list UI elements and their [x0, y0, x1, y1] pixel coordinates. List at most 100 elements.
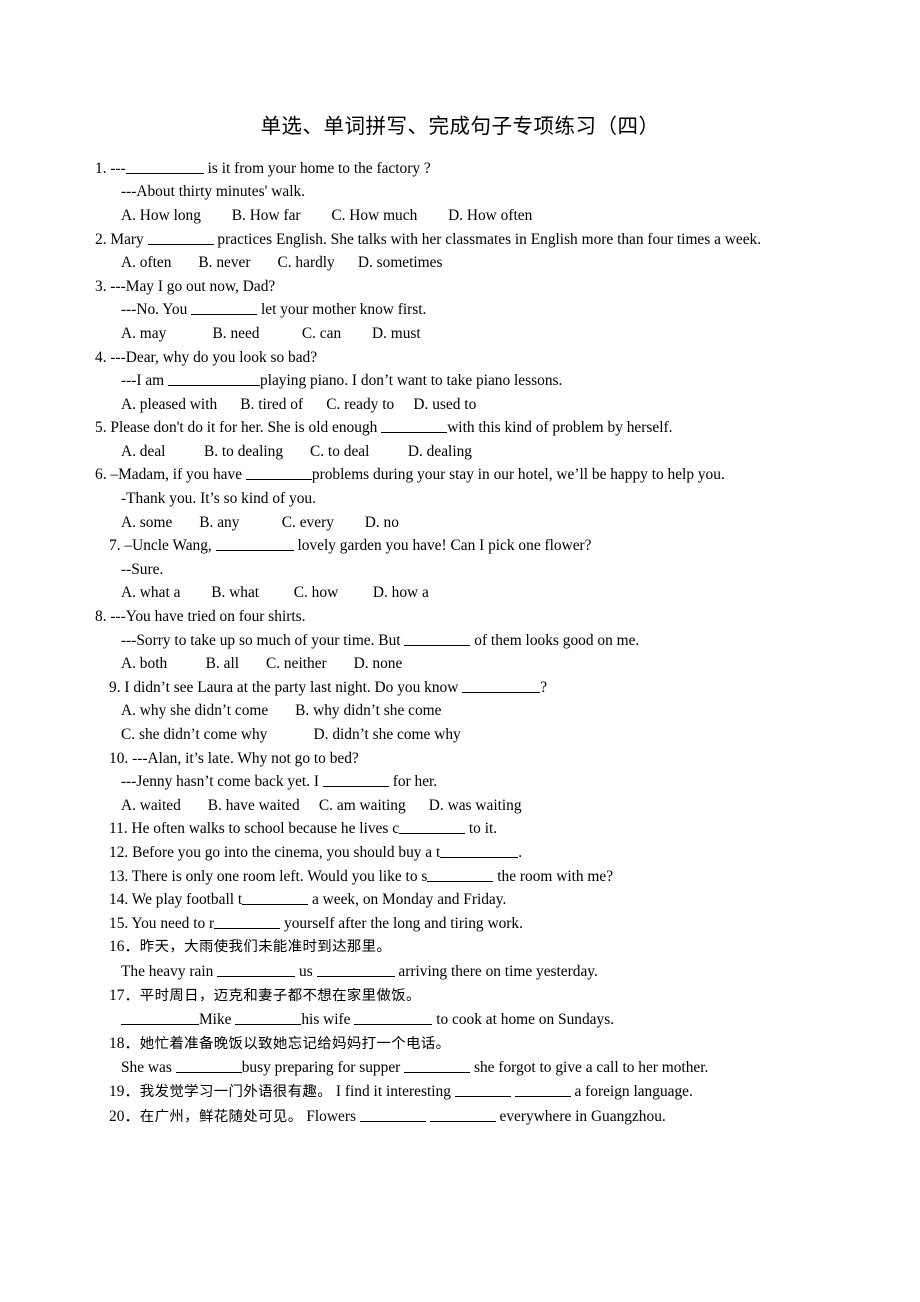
- question-10-reply: ---Jenny hasn’t come back yet. I for her…: [95, 770, 825, 794]
- option-a[interactable]: A. often: [121, 254, 171, 271]
- answer-blank[interactable]: [125, 159, 204, 174]
- option-b[interactable]: B. need: [212, 325, 259, 342]
- answer-blank[interactable]: [191, 300, 258, 316]
- option-c[interactable]: C. hardly: [277, 254, 334, 271]
- answer-blank[interactable]: [440, 843, 519, 858]
- option-d[interactable]: D. none: [354, 655, 403, 672]
- option-a[interactable]: A. why she didn’t come: [121, 702, 268, 719]
- question-19-en-c: a foreign language.: [570, 1082, 693, 1100]
- option-d[interactable]: D. sometimes: [358, 254, 443, 271]
- option-d[interactable]: D. was waiting: [429, 797, 522, 814]
- answer-blank[interactable]: [359, 1106, 426, 1122]
- question-3: 3. ---May I go out now, Dad? ---No. You …: [95, 275, 825, 346]
- option-c[interactable]: C. she didn’t come why: [121, 726, 267, 743]
- option-a[interactable]: A. some: [121, 514, 172, 531]
- option-b[interactable]: B. what: [211, 584, 259, 601]
- option-b[interactable]: B. never: [198, 254, 250, 271]
- option-a[interactable]: A. How long: [121, 207, 201, 224]
- option-d[interactable]: D. used to: [413, 396, 476, 413]
- option-d[interactable]: D. must: [372, 325, 421, 342]
- option-c[interactable]: C. am waiting: [319, 797, 406, 814]
- option-a[interactable]: A. pleased with: [121, 396, 217, 413]
- question-13-stem-a: 13. There is only one room left. Would y…: [109, 867, 428, 885]
- question-19-en-a: I find it interesting: [332, 1082, 455, 1100]
- question-1-options: A. How long B. How far C. How much D. Ho…: [95, 204, 825, 228]
- question-6-reply: -Thank you. It’s so kind of you.: [121, 490, 316, 508]
- option-d[interactable]: D. didn’t she come why: [314, 726, 461, 743]
- question-2-options-row: A. often B. never C. hardly D. sometimes: [95, 251, 825, 275]
- question-20-line: 20．在广州，鲜花随处可见。 Flowers everywhere in Gua…: [95, 1105, 825, 1130]
- option-c[interactable]: C. ready to: [326, 396, 394, 413]
- option-c[interactable]: C. neither: [266, 655, 327, 672]
- option-c[interactable]: C. every: [282, 514, 334, 531]
- option-c[interactable]: C. to deal: [310, 443, 369, 460]
- option-b[interactable]: B. to dealing: [204, 443, 283, 460]
- option-d[interactable]: D. no: [365, 514, 399, 531]
- option-b[interactable]: B. have waited: [208, 797, 300, 814]
- option-c[interactable]: C. How much: [331, 207, 417, 224]
- option-d[interactable]: D. How often: [448, 207, 532, 224]
- option-a[interactable]: A. what a: [121, 584, 180, 601]
- answer-blank[interactable]: [322, 772, 389, 788]
- answer-blank[interactable]: [121, 1010, 199, 1026]
- question-4-stem: 4. ---Dear, why do you look so bad?: [95, 348, 318, 366]
- answer-blank[interactable]: [235, 1010, 302, 1026]
- answer-blank[interactable]: [404, 1058, 471, 1074]
- answer-blank[interactable]: [217, 962, 296, 977]
- question-2: 2. Mary practices English. She talks wit…: [95, 228, 825, 252]
- question-17: 17．平时周日，迈克和妻子都不想在家里做饭。 Mike his wife to …: [95, 984, 825, 1032]
- answer-blank[interactable]: [316, 962, 395, 977]
- question-20-cn-text: 在广州，鲜花随处可见。: [139, 1108, 303, 1125]
- question-7-reply: --Sure.: [121, 560, 164, 578]
- question-5-options: A. deal B. to dealing C. to deal D. deal…: [95, 440, 825, 464]
- question-6: 6. –Madam, if you have problems during y…: [95, 463, 825, 534]
- answer-blank[interactable]: [429, 1106, 496, 1122]
- question-16-cn-text: 昨天，大雨使我们未能准时到达那里。: [139, 939, 392, 956]
- question-19-cn-text: 我发觉学习一门外语很有趣。: [139, 1083, 333, 1100]
- answer-blank[interactable]: [462, 678, 541, 693]
- option-b[interactable]: B. all: [206, 655, 239, 672]
- question-9-options-row1: A. why she didn’t come B. why didn’t she…: [95, 699, 825, 723]
- option-b[interactable]: B. why didn’t she come: [295, 702, 441, 719]
- answer-blank[interactable]: [427, 866, 494, 882]
- question-1-stem-b: is it from your home to the factory ?: [203, 159, 431, 177]
- option-a[interactable]: A. may: [121, 325, 166, 342]
- option-d[interactable]: D. dealing: [408, 443, 472, 460]
- answer-blank[interactable]: [381, 418, 448, 434]
- question-10-reply-a: ---Jenny hasn’t come back yet. I: [121, 773, 323, 791]
- question-4-options: A. pleased with B. tired of C. ready to …: [95, 393, 825, 417]
- answer-blank[interactable]: [175, 1058, 242, 1074]
- answer-blank[interactable]: [514, 1082, 571, 1097]
- option-c[interactable]: C. how: [294, 584, 338, 601]
- answer-blank[interactable]: [454, 1082, 511, 1097]
- question-10-options: A. waited B. have waited C. am waiting D…: [95, 794, 825, 818]
- question-5-stem-a: 5. Please don't do it for her. She is ol…: [95, 419, 382, 437]
- option-d[interactable]: D. how a: [373, 584, 429, 601]
- question-7-stem-b: lovely garden you have! Can I pick one f…: [293, 537, 592, 555]
- option-a[interactable]: A. waited: [121, 797, 181, 814]
- answer-blank[interactable]: [168, 371, 260, 387]
- question-18-cn-text: 她忙着准备晚饭以致她忘记给妈妈打一个电话。: [139, 1035, 451, 1052]
- answer-blank[interactable]: [399, 819, 466, 835]
- question-13: 13. There is only one room left. Would y…: [95, 865, 825, 889]
- answer-blank[interactable]: [245, 465, 312, 481]
- option-a[interactable]: A. both: [121, 655, 167, 672]
- question-9-stem-b: ?: [540, 678, 548, 696]
- answer-blank[interactable]: [215, 536, 294, 552]
- answer-blank[interactable]: [147, 229, 214, 245]
- question-16: 16．昨天，大雨使我们未能准时到达那里。 The heavy rain us a…: [95, 935, 825, 983]
- answer-blank[interactable]: [354, 1010, 433, 1026]
- option-c[interactable]: C. can: [302, 325, 341, 342]
- question-4-reply-b: playing piano. I don’t want to take pian…: [260, 372, 563, 390]
- option-a[interactable]: A. deal: [121, 443, 165, 460]
- question-11-stem: 11. He often walks to school because he …: [95, 817, 825, 841]
- question-12-stem: 12. Before you go into the cinema, you s…: [95, 841, 825, 865]
- option-b[interactable]: B. How far: [232, 207, 301, 224]
- answer-blank[interactable]: [214, 914, 281, 929]
- question-20-en-a: Flowers: [302, 1107, 360, 1125]
- option-b[interactable]: B. any: [199, 514, 239, 531]
- answer-blank[interactable]: [404, 630, 471, 646]
- option-b[interactable]: B. tired of: [240, 396, 303, 413]
- question-14-stem: 14. We play football t a week, on Monday…: [95, 888, 825, 912]
- answer-blank[interactable]: [242, 890, 309, 906]
